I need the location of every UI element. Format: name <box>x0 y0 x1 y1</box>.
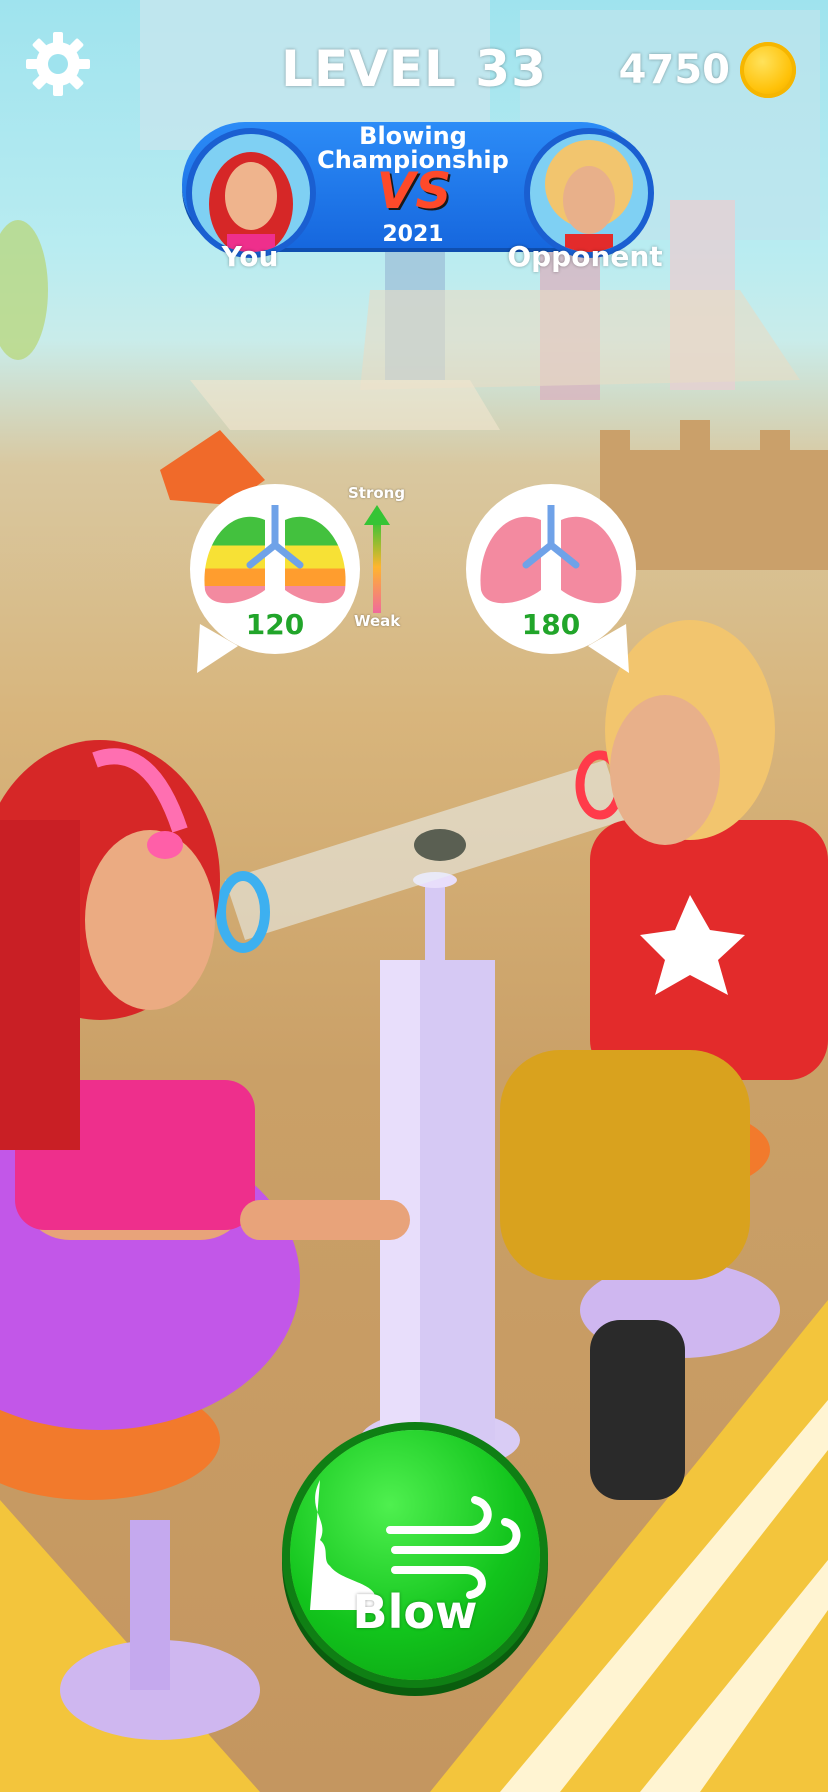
player-avatar <box>209 152 293 252</box>
game-scene: LEVEL 33 4750 Blowing Championship VS 20… <box>0 0 828 1792</box>
opponent-lungs-icon <box>480 505 622 604</box>
meter-strong-label: Strong <box>348 484 406 502</box>
meter-weak-label: Weak <box>354 612 401 630</box>
coin-count: 4750 <box>618 47 730 93</box>
strength-meter-arrow <box>364 505 390 613</box>
grenade <box>414 829 466 861</box>
player-portrait <box>186 128 316 258</box>
opponent-label: Opponent <box>507 240 663 273</box>
banner-year: 2021 <box>382 222 444 247</box>
vs-label: VS <box>376 162 452 220</box>
coin-icon <box>740 42 796 98</box>
opponent-avatar <box>545 140 633 252</box>
player-label: You <box>221 240 279 273</box>
opponent-lung-value: 180 <box>521 608 581 641</box>
sand-castle <box>600 420 828 570</box>
blow-button-label[interactable]: Blow <box>290 1585 540 1639</box>
coin-counter: 4750 <box>619 42 796 98</box>
player-lung-value: 120 <box>245 608 305 641</box>
opponent-portrait <box>524 128 654 258</box>
tube-pillar <box>360 872 520 1470</box>
towel <box>190 380 500 430</box>
player-lungs-icon <box>204 505 346 604</box>
